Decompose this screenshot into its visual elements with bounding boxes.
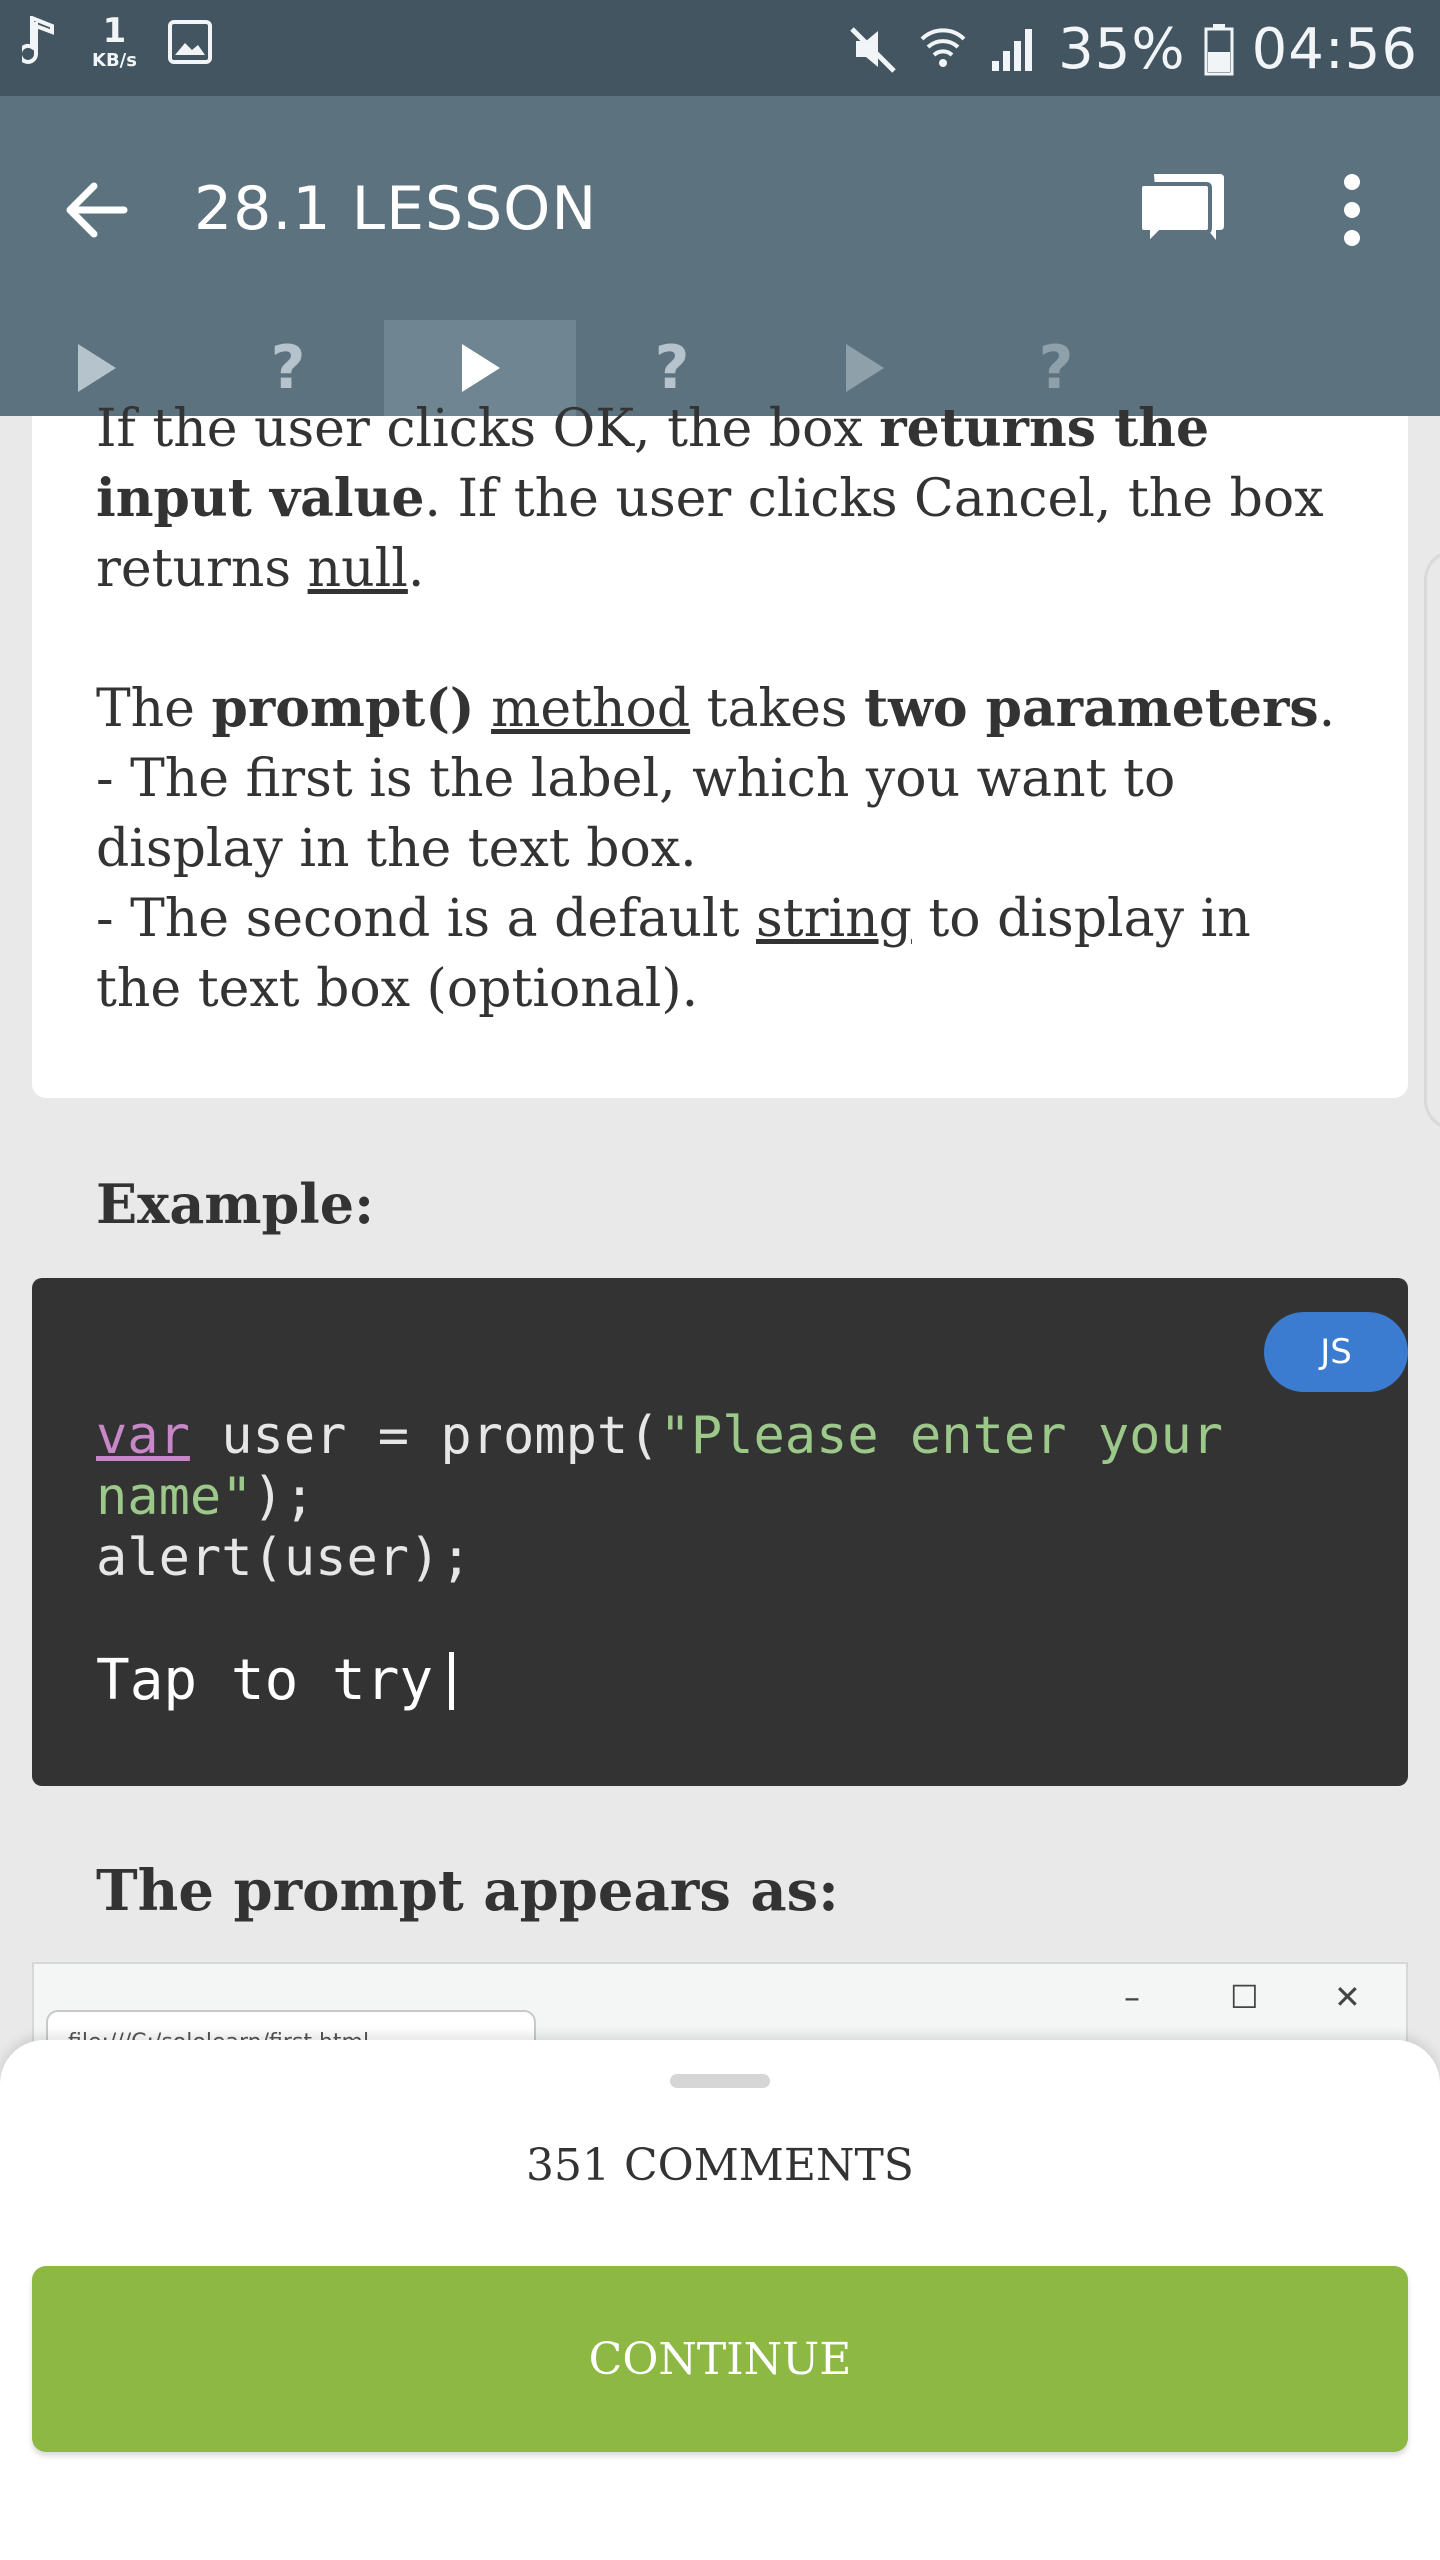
play-icon	[78, 344, 116, 392]
code-keyword[interactable]: var	[96, 1406, 190, 1466]
gallery-icon	[167, 20, 212, 64]
glossary-link-method[interactable]: method	[491, 679, 690, 739]
comments-button[interactable]: 351 COMMENTS	[0, 2140, 1440, 2191]
maximize-icon: ☐	[1230, 1978, 1259, 2016]
tap-to-try-label: Tap to try	[96, 1648, 434, 1713]
code-example[interactable]: JS var user = prompt("Please enter your …	[32, 1278, 1408, 1786]
mute-icon	[850, 27, 896, 73]
music-note-icon	[22, 16, 54, 64]
lesson-paragraph-2: The prompt() method takes two parameters…	[96, 674, 1344, 1024]
text: The	[96, 679, 212, 739]
text: - The second is a default	[96, 889, 757, 949]
wifi-icon	[920, 28, 966, 67]
sheet-drag-handle[interactable]	[670, 2074, 770, 2088]
net-speed-unit: KB/s	[92, 50, 137, 71]
lesson-paragraph-1: If the user clicks OK, the box returns t…	[96, 394, 1344, 604]
language-badge: JS	[1264, 1312, 1408, 1392]
app-bar: 28.1 LESSON	[0, 96, 1440, 320]
more-options-icon[interactable]	[1324, 168, 1380, 252]
bold-text: prompt()	[211, 678, 475, 739]
battery-icon	[1204, 24, 1234, 76]
code-text: );	[252, 1467, 316, 1527]
text: .	[407, 539, 425, 599]
text	[475, 679, 492, 739]
play-icon	[846, 344, 884, 392]
tap-to-try-button[interactable]: Tap to try	[96, 1648, 455, 1713]
text-cursor	[449, 1651, 455, 1710]
continue-button[interactable]: CONTINUE	[32, 2266, 1408, 2452]
code-string: name"	[96, 1467, 253, 1527]
minimize-icon: –	[1124, 1978, 1140, 2016]
prompt-heading: The prompt appears as:	[96, 1858, 839, 1924]
code-text: user = prompt(	[189, 1406, 660, 1466]
close-icon: ✕	[1334, 1978, 1361, 2016]
example-heading: Example:	[96, 1172, 375, 1236]
side-panel-edge[interactable]	[1424, 550, 1440, 1130]
code-text: var user = prompt("Please enter your nam…	[96, 1406, 1223, 1589]
text: takes	[690, 679, 865, 739]
clock: 04:56	[1251, 16, 1418, 82]
back-arrow-icon[interactable]	[60, 174, 132, 246]
comments-icon[interactable]	[1136, 168, 1228, 252]
status-bar: 1 KB/s 35% 04:56	[0, 0, 1440, 96]
code-text: alert(user);	[96, 1528, 472, 1588]
text: - The first is the label, which you want…	[96, 749, 1176, 879]
net-speed-value: 1	[102, 11, 127, 51]
play-icon	[462, 344, 500, 392]
lesson-card: If the user clicks OK, the box returns t…	[32, 398, 1408, 1098]
page-title: 28.1 LESSON	[194, 174, 598, 244]
glossary-link-null[interactable]: null	[308, 539, 408, 599]
battery-percent: 35%	[1058, 16, 1186, 82]
text: .	[1318, 679, 1336, 739]
code-string: "Please enter your	[659, 1406, 1224, 1466]
glossary-link-string[interactable]: string	[756, 889, 912, 949]
bold-text: two parameters	[864, 678, 1319, 739]
net-speed: 1 KB/s	[92, 14, 137, 70]
text: If the user clicks OK, the box	[96, 399, 880, 459]
signal-icon	[992, 29, 1033, 71]
bottom-sheet: 351 COMMENTS CONTINUE	[0, 2040, 1440, 2560]
